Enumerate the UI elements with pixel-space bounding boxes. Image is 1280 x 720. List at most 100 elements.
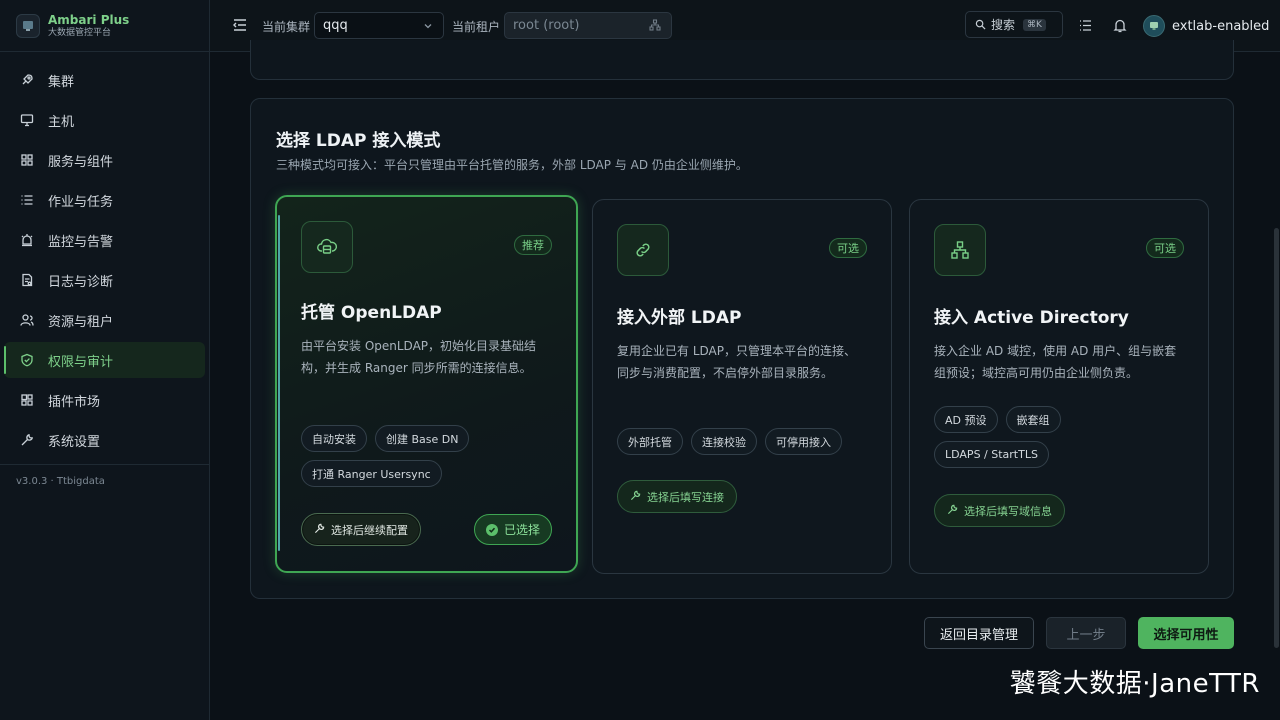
sidebar-item-permissions[interactable]: 权限与审计	[4, 342, 205, 378]
list-icon	[20, 193, 34, 207]
tag: 可停用接入	[765, 428, 842, 455]
optional-badge: 可选	[829, 238, 867, 258]
fill-domain-button[interactable]: 选择后填写域信息	[934, 494, 1065, 527]
sidebar-item-label: 监控与告警	[48, 234, 114, 250]
watermark: 饕餮大数据·JaneTTR	[1009, 669, 1260, 699]
tag: 连接校验	[691, 428, 757, 455]
tag: 外部托管	[617, 428, 683, 455]
sidebar-item-label: 资源与租户	[48, 314, 114, 330]
sidebar-item-services[interactable]: 服务与组件	[4, 142, 205, 178]
mode-card-external-ldap[interactable]: 可选 接入外部 LDAP 复用企业已有 LDAP，只管理本平台的连接、同步与消费…	[592, 199, 892, 574]
search-button[interactable]: 搜索 ⌘K	[965, 11, 1063, 38]
tenant-select[interactable]: root (root)	[504, 12, 672, 39]
sidebar-item-settings[interactable]: 系统设置	[4, 422, 205, 458]
wrench-icon	[947, 504, 958, 518]
action-label: 选择后填写连接	[647, 490, 724, 504]
search-icon	[975, 19, 986, 30]
sidebar-item-hosts[interactable]: 主机	[4, 102, 205, 138]
collapse-menu-icon[interactable]	[232, 17, 248, 37]
tag: LDAPS / StartTLS	[934, 441, 1049, 468]
sidebar-item-label: 集群	[48, 74, 75, 90]
recommended-badge: 推荐	[514, 235, 552, 255]
shield-icon	[20, 353, 34, 367]
optional-badge: 可选	[1146, 238, 1184, 258]
tag: 打通 Ranger Usersync	[301, 460, 442, 487]
previous-panel	[250, 40, 1234, 80]
wrench-icon	[20, 433, 34, 447]
mode-card-active-directory[interactable]: 可选 接入 Active Directory 接入企业 AD 域控，使用 AD …	[909, 199, 1209, 574]
tenant-value: root (root)	[513, 18, 580, 33]
cluster-value: qqq	[323, 18, 348, 33]
sidebar-item-label: 服务与组件	[48, 154, 114, 170]
sidebar-item-logs[interactable]: 日志与诊断	[4, 262, 205, 298]
sidebar-item-plugins[interactable]: 插件市场	[4, 382, 205, 418]
mode-card-openldap[interactable]: 推荐 托管 OpenLDAP 由平台安装 OpenLDAP，初始化目录基础结构，…	[275, 195, 578, 573]
sidebar-item-label: 权限与审计	[48, 354, 114, 370]
avatar	[1143, 15, 1165, 37]
back-to-directory-button[interactable]: 返回目录管理	[924, 617, 1034, 649]
wrench-icon	[314, 523, 325, 537]
hierarchy-icon	[934, 224, 986, 276]
selected-button[interactable]: 已选择	[473, 514, 552, 545]
user-menu[interactable]: extlab-enabled	[1143, 15, 1269, 37]
sidebar-item-label: 日志与诊断	[48, 274, 114, 290]
sidebar-item-resources[interactable]: 资源与租户	[4, 302, 205, 338]
previous-step-button[interactable]: 上一步	[1046, 617, 1126, 649]
action-label: 选择后填写域信息	[964, 504, 1052, 518]
search-label: 搜索	[991, 18, 1016, 32]
tag: 嵌套组	[1005, 406, 1061, 433]
wrench-icon	[630, 490, 641, 504]
alarm-icon	[20, 233, 34, 247]
card-description: 由平台安装 OpenLDAP，初始化目录基础结构，并生成 Ranger 同步所需…	[301, 339, 537, 375]
task-list-icon[interactable]	[1078, 18, 1093, 37]
sidebar-item-label: 作业与任务	[48, 194, 114, 210]
cloud-storage-icon	[301, 221, 353, 273]
choose-availability-button[interactable]: 选择可用性	[1138, 617, 1234, 649]
search-shortcut: ⌘K	[1023, 18, 1046, 31]
sidebar: Ambari Plus 大数据管控平台 集群 主机 服务与组件 作业与任务 监控…	[0, 0, 210, 720]
card-title: 接入外部 LDAP	[617, 308, 742, 328]
scrollbar[interactable]	[1274, 228, 1279, 648]
tenant-label: 当前租户	[452, 20, 501, 34]
chevron-down-icon	[423, 20, 433, 35]
sidebar-nav: 集群 主机 服务与组件 作业与任务 监控与告警 日志与诊断 资源与租户 权限与审…	[0, 52, 209, 458]
rocket-icon	[20, 73, 34, 87]
sidebar-item-label: 系统设置	[48, 434, 101, 450]
brand-title: Ambari Plus	[48, 12, 130, 27]
cluster-select[interactable]: qqq	[314, 12, 444, 39]
username: extlab-enabled	[1172, 18, 1270, 34]
panel-description: 三种模式均可接入：平台只管理由平台托管的服务，外部 LDAP 与 AD 仍由企业…	[276, 158, 748, 172]
selected-label: 已选择	[503, 523, 540, 537]
card-title: 托管 OpenLDAP	[301, 303, 442, 323]
tag: 自动安装	[301, 425, 367, 452]
card-title: 接入 Active Directory	[934, 308, 1129, 328]
ldap-mode-panel: 选择 LDAP 接入模式 三种模式均可接入：平台只管理由平台托管的服务，外部 L…	[250, 98, 1234, 599]
sidebar-item-monitoring[interactable]: 监控与告警	[4, 222, 205, 258]
version-label: v3.0.3 · Ttbigdata	[16, 476, 105, 487]
hierarchy-icon	[649, 19, 661, 35]
bell-icon[interactable]	[1113, 18, 1127, 37]
sidebar-item-label: 主机	[48, 114, 75, 130]
puzzle-icon	[20, 393, 34, 407]
brand-subtitle: 大数据管控平台	[48, 27, 112, 38]
tag-list: 自动安装 创建 Base DN 打通 Ranger Usersync	[301, 425, 561, 487]
sidebar-item-label: 插件市场	[48, 394, 101, 410]
action-label: 选择后继续配置	[331, 523, 408, 537]
continue-config-button[interactable]: 选择后继续配置	[301, 513, 421, 546]
tag-list: AD 预设 嵌套组 LDAPS / StartTLS	[934, 406, 1134, 468]
sidebar-item-jobs[interactable]: 作业与任务	[4, 182, 205, 218]
cluster-label: 当前集群	[262, 20, 311, 34]
card-description: 接入企业 AD 域控，使用 AD 用户、组与嵌套组预设；域控高可用仍由企业侧负责…	[934, 344, 1177, 380]
tag-list: 外部托管 连接校验 可停用接入	[617, 428, 877, 455]
link-icon	[617, 224, 669, 276]
monitor-icon	[20, 113, 34, 127]
sidebar-item-cluster[interactable]: 集群	[4, 62, 205, 98]
logo-icon	[16, 13, 40, 38]
log-icon	[20, 273, 34, 287]
page-title: 选择 LDAP 接入模式	[276, 131, 441, 151]
brand[interactable]: Ambari Plus 大数据管控平台	[0, 0, 209, 52]
tag: 创建 Base DN	[375, 425, 470, 452]
fill-connection-button[interactable]: 选择后填写连接	[617, 480, 737, 513]
users-icon	[20, 313, 34, 327]
card-description: 复用企业已有 LDAP，只管理本平台的连接、同步与消费配置，不启停外部目录服务。	[617, 344, 856, 380]
